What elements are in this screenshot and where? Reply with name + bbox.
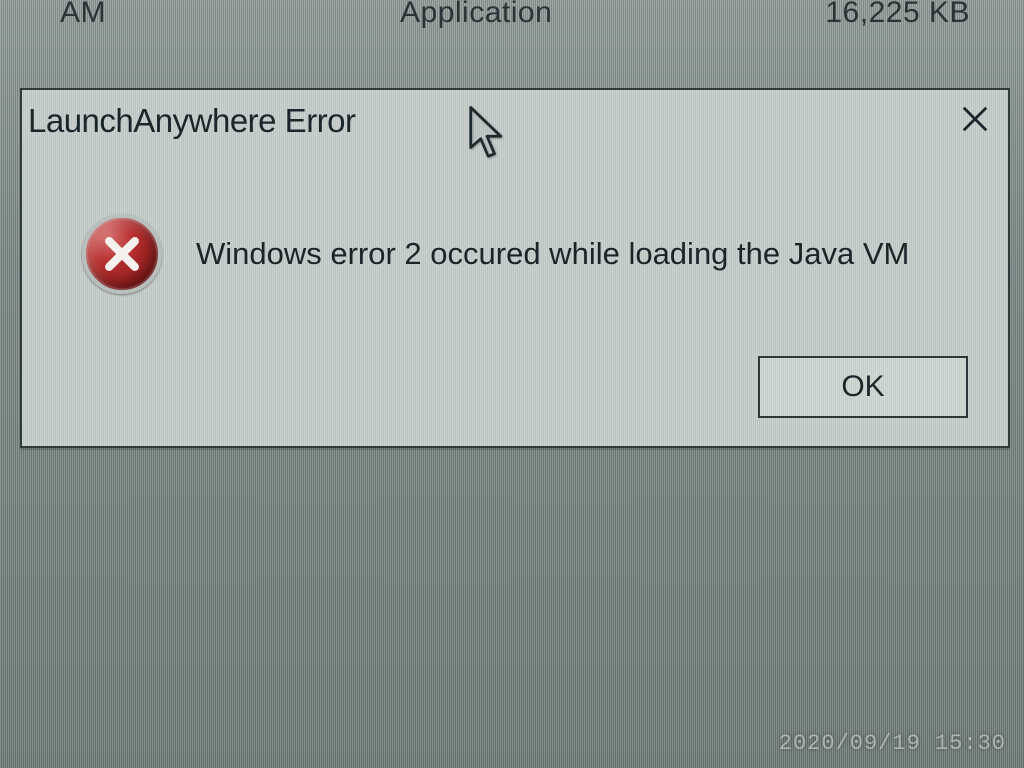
dialog-message: Windows error 2 occured while loading th… [196, 235, 909, 272]
error-dialog: LaunchAnywhere Error Windows error 2 occ… [20, 88, 1010, 448]
file-type-cell: Application [400, 0, 700, 30]
dialog-button-row: OK [22, 356, 1008, 446]
file-date-cell: AM [60, 0, 400, 30]
error-x-icon [82, 214, 162, 294]
close-button[interactable] [952, 98, 998, 144]
dialog-title: LaunchAnywhere Error [28, 102, 356, 140]
explorer-row: AM Application 16,225 KB [0, 0, 1024, 48]
camera-timestamp: 2020/09/19 15:30 [779, 731, 1006, 756]
dialog-content: Windows error 2 occured while loading th… [22, 152, 1008, 356]
ok-button-label: OK [841, 370, 884, 404]
dialog-titlebar: LaunchAnywhere Error [22, 90, 1008, 152]
close-icon [960, 104, 990, 139]
file-size-cell: 16,225 KB [700, 0, 970, 30]
ok-button[interactable]: OK [758, 356, 968, 418]
